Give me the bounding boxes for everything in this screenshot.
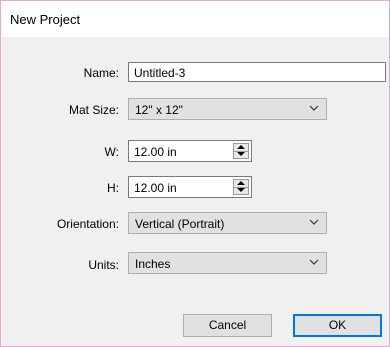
units-value: Inches — [135, 257, 171, 271]
units-label: Units: — [88, 258, 119, 272]
height-field[interactable]: 12.00 in — [128, 176, 252, 198]
units-select[interactable]: Inches — [128, 252, 327, 274]
ok-button[interactable]: OK — [293, 314, 382, 337]
height-spin-button[interactable] — [233, 179, 249, 195]
title-bar: New Project — [1, 1, 389, 37]
cancel-button[interactable]: Cancel — [183, 314, 272, 337]
orientation-select[interactable]: Vertical (Portrait) — [128, 212, 327, 234]
new-project-dialog: New Project Name: Untitled-3 Mat Size: 1… — [0, 0, 390, 347]
width-value: 12.00 in — [134, 145, 177, 159]
mat-size-label: Mat Size: — [68, 103, 119, 117]
height-label: H: — [107, 181, 119, 195]
spin-up-icon — [237, 181, 245, 185]
chevron-down-icon — [309, 105, 319, 111]
orientation-value: Vertical (Portrait) — [135, 217, 225, 231]
name-field[interactable]: Untitled-3 — [128, 62, 386, 82]
spin-down-icon — [237, 152, 245, 156]
orientation-label: Orientation: — [56, 217, 119, 231]
width-spin-down[interactable] — [234, 151, 248, 158]
spin-up-icon — [237, 145, 245, 149]
dialog-title: New Project — [10, 12, 81, 27]
height-spin-down[interactable] — [234, 187, 248, 194]
width-field[interactable]: 12.00 in — [128, 140, 252, 162]
mat-size-select[interactable]: 12" x 12" — [128, 98, 327, 120]
width-label: W: — [104, 145, 119, 159]
chevron-down-icon — [309, 219, 319, 225]
spin-down-icon — [237, 188, 245, 192]
mat-size-value: 12" x 12" — [135, 103, 183, 117]
name-label: Name: — [83, 66, 119, 80]
height-value: 12.00 in — [134, 181, 177, 195]
width-spin-button[interactable] — [233, 143, 249, 159]
chevron-down-icon — [309, 259, 319, 265]
name-field-value: Untitled-3 — [134, 66, 186, 80]
